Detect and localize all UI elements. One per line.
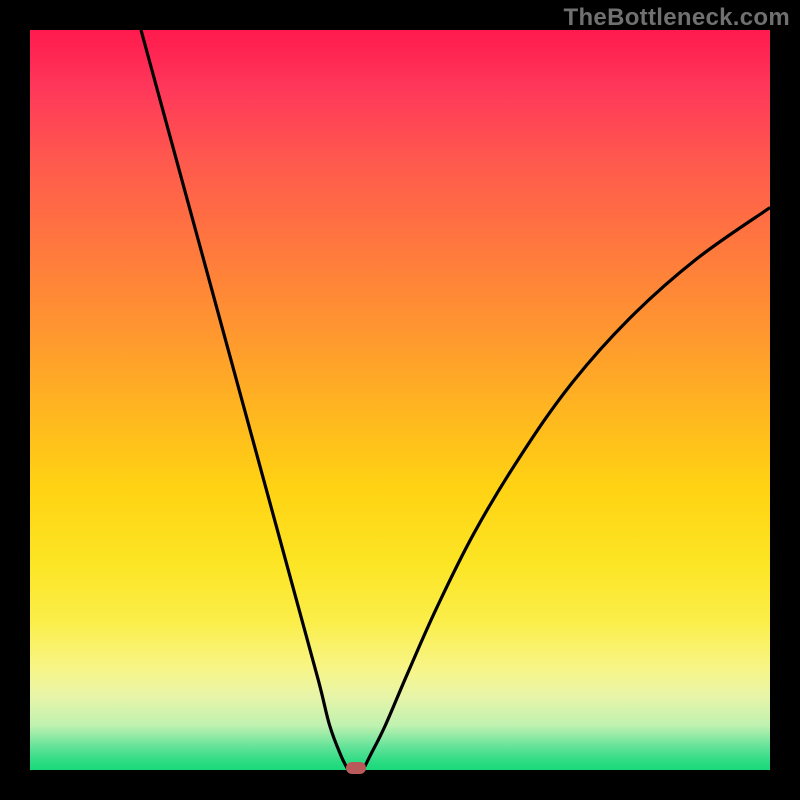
minimum-marker — [346, 762, 366, 774]
curve-right-branch — [363, 208, 770, 770]
bottleneck-curve — [30, 30, 770, 770]
outer-frame: TheBottleneck.com — [0, 0, 800, 800]
plot-area — [30, 30, 770, 770]
watermark-text: TheBottleneck.com — [564, 4, 790, 32]
curve-left-branch — [141, 30, 348, 770]
